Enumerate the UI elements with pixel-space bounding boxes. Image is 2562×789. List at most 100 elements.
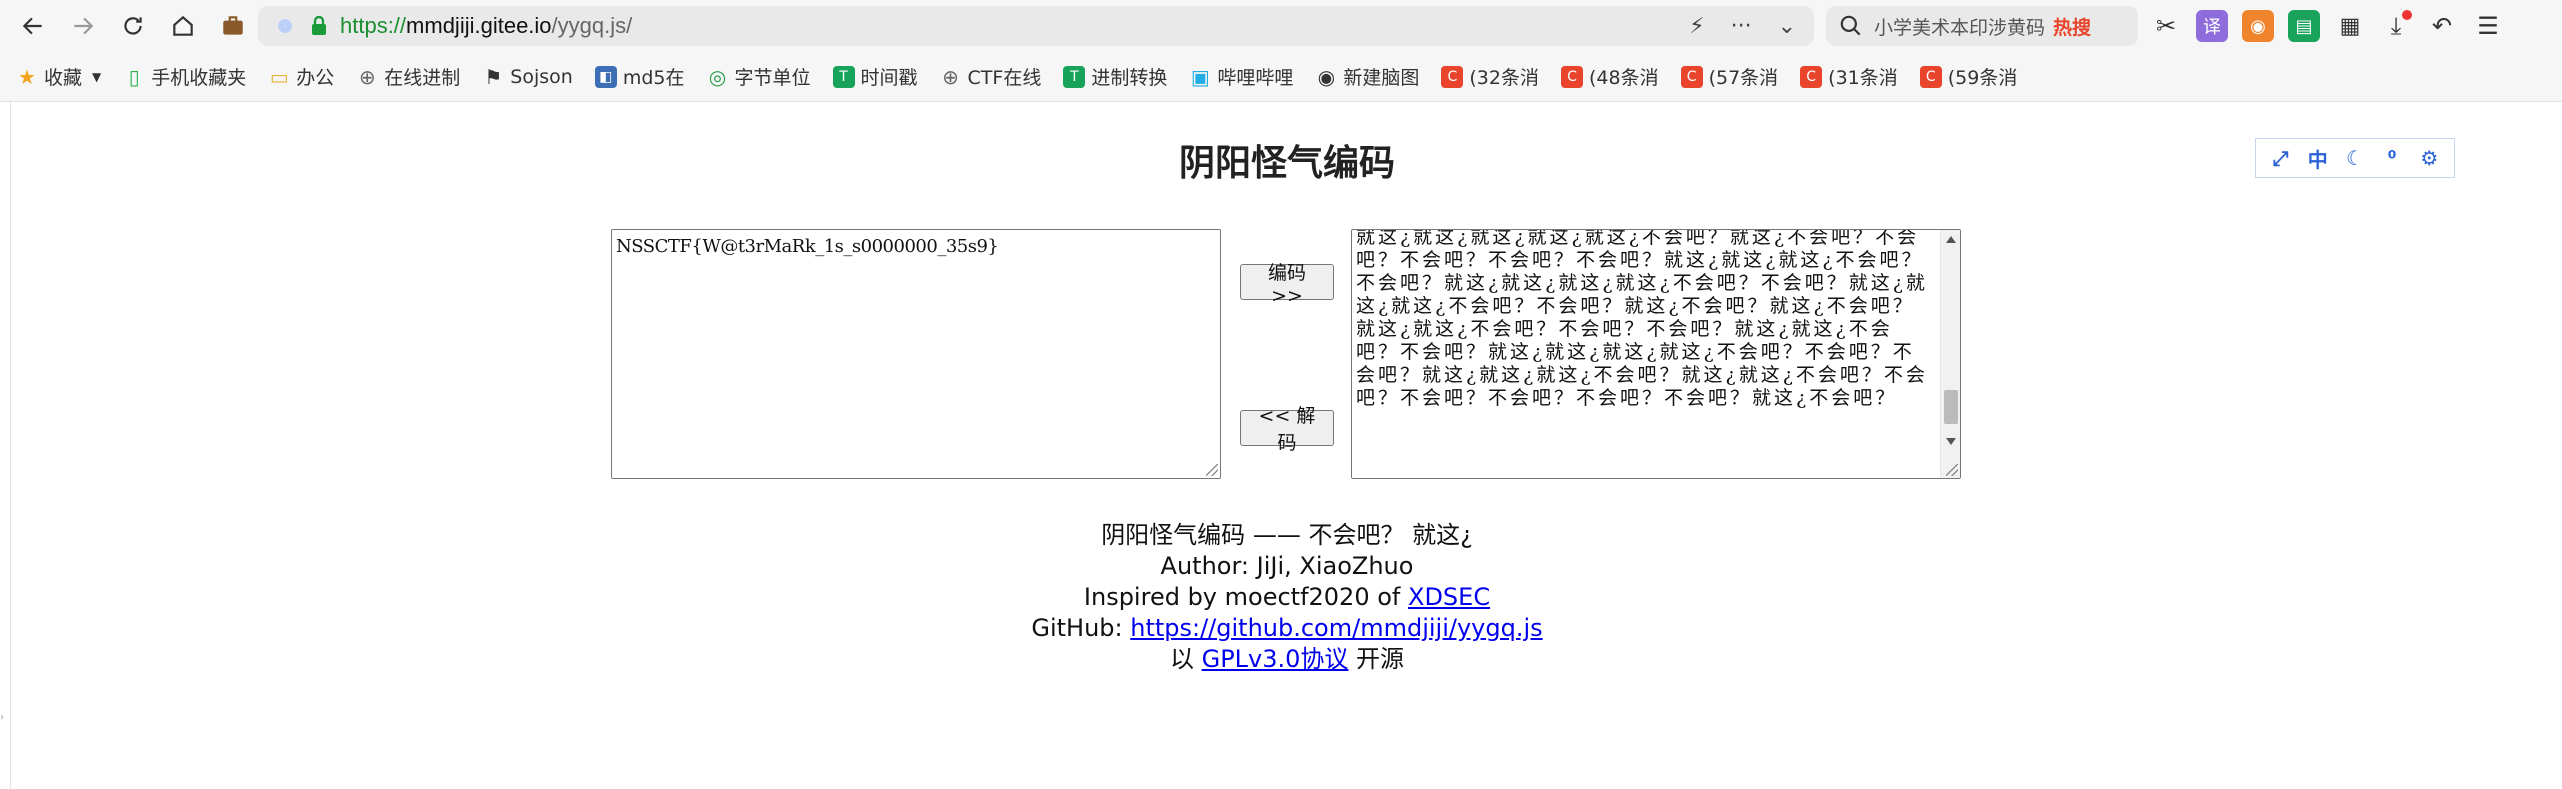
chevron-down-icon[interactable]: ▼	[92, 70, 101, 84]
bookmark-label: 进制转换	[1091, 67, 1168, 89]
bookmark-label: (48条消	[1588, 67, 1659, 89]
lightning-icon[interactable]: ⚡	[1689, 14, 1704, 39]
home-button[interactable]	[164, 7, 202, 45]
output-scrollbar[interactable]	[1940, 230, 1960, 478]
undo-icon[interactable]: ↶	[2426, 10, 2458, 42]
mini-toolbar: ⤢ 中 ☾ ⁰ ⚙	[2255, 138, 2455, 178]
footer-inspired: Inspired by moectf2020 of XDSEC	[11, 582, 2562, 613]
scroll-up-icon[interactable]	[1946, 236, 1956, 243]
more-icon[interactable]: ···	[1731, 14, 1752, 39]
translate-icon[interactable]: 译	[2196, 10, 2228, 42]
back-button[interactable]	[14, 7, 52, 45]
download-icon[interactable]: ⤓	[2380, 10, 2412, 42]
scroll-thumb[interactable]	[1944, 390, 1958, 424]
url-text: https://mmdjiji.gitee.io/yygq.js/	[340, 13, 632, 39]
reload-button[interactable]	[114, 7, 152, 45]
globe-icon: ⊕	[358, 64, 376, 89]
bookmark-item[interactable]: ★ 收藏 ▼	[16, 63, 101, 90]
search-icon	[1840, 15, 1861, 36]
reload-icon	[124, 17, 142, 35]
reader-icon[interactable]: ▤	[2288, 10, 2320, 42]
footer-license-suffix: 开源	[1348, 645, 1405, 673]
bookmark-item[interactable]: ⊕ CTF在线	[940, 63, 1042, 90]
bookmark-item[interactable]: T 进制转换	[1063, 63, 1167, 90]
plaintext-input[interactable]: NSSCTF{W@t3rMaRk_1s_s0000000_35s9}	[611, 229, 1221, 479]
t-icon: T	[832, 65, 855, 88]
flag-icon: ⚑	[484, 65, 503, 88]
bookmark-label: CTF在线	[967, 67, 1042, 89]
bookmark-item[interactable]: T 时间戳	[832, 63, 918, 90]
bookmark-label: 在线进制	[384, 67, 461, 89]
bookmark-item[interactable]: C (31条消	[1800, 63, 1898, 90]
ciphertext-output[interactable]: 就这¿就这¿就这¿就这¿就这¿不会吧？就这¿不会吧？不会吧？不会吧？不会吧？不会…	[1351, 229, 1961, 479]
search-query: 小学美术本印涉黄码	[1874, 16, 2046, 39]
resize-grip-icon[interactable]	[1946, 464, 1958, 476]
gear-icon[interactable]: ⚙	[2416, 145, 2442, 171]
bookmark-item[interactable]: C (59条消	[1919, 63, 2017, 90]
bookmark-item[interactable]: ⚑ Sojson	[482, 66, 573, 88]
github-link[interactable]: https://github.com/mmdjiji/yygq.js	[1130, 614, 1542, 642]
bookmark-item[interactable]: ⊕ 在线进制	[356, 63, 460, 90]
t-icon: T	[1063, 65, 1086, 88]
screenshot-icon[interactable]: ⤢	[2268, 145, 2294, 171]
game-icon[interactable]: ◉	[2242, 10, 2274, 42]
hot-search-label: 热搜	[2053, 16, 2092, 39]
lock-icon	[310, 15, 328, 36]
scissors-icon[interactable]: ✂	[2150, 10, 2182, 42]
menu-icon[interactable]: ☰	[2472, 10, 2504, 42]
voice-icon[interactable]: ⁰	[2379, 145, 2405, 171]
ciphertext-value: 就这¿就这¿就这¿就这¿就这¿不会吧？就这¿不会吧？不会吧？不会吧？不会吧？不会…	[1356, 229, 1928, 409]
plaintext-value: NSSCTF{W@t3rMaRk_1s_s0000000_35s9}	[616, 236, 999, 257]
swirl-icon: ◎	[708, 64, 727, 89]
resize-grip-icon[interactable]	[1206, 464, 1218, 476]
decode-button[interactable]: << 解码	[1240, 405, 1334, 454]
owl-icon: ◉	[1317, 64, 1336, 89]
forward-button[interactable]	[64, 7, 102, 45]
bookmark-item[interactable]: ▭ 办公	[268, 63, 334, 90]
home-icon	[173, 15, 193, 36]
footer-license-prefix: 以	[1169, 645, 1202, 673]
md5-icon: ◧	[594, 65, 617, 88]
bookmark-label: Sojson	[510, 65, 573, 88]
bookmark-item[interactable]: ◉ 新建脑图	[1315, 63, 1420, 90]
moon-icon[interactable]: ☾	[2342, 145, 2368, 171]
footer-tagline: 阴阳怪气编码 —— 不会吧？ 就这¿	[1101, 521, 1473, 549]
xdsec-link[interactable]: XDSEC	[1408, 583, 1490, 611]
star-icon: ★	[18, 64, 36, 89]
address-bar[interactable]: https://mmdjiji.gitee.io/yygq.js/ ⚡ ··· …	[258, 6, 1814, 46]
bookmark-item[interactable]: ▣ 哔哩哔哩	[1189, 63, 1293, 90]
sidebar-toggle-icon[interactable]: ›	[0, 712, 6, 723]
chevron-down-icon[interactable]: ⌄	[1778, 14, 1796, 39]
scroll-down-icon[interactable]	[1946, 438, 1956, 445]
bookmark-item[interactable]: ◧ md5在	[594, 63, 685, 90]
footer-inspired-text: Inspired by moectf2020 of	[1083, 583, 1408, 611]
url-path: /yygq.js/	[551, 13, 633, 38]
bookmark-item[interactable]: C (48条消	[1560, 63, 1659, 90]
footer-github-text: GitHub:	[1031, 614, 1131, 642]
briefcase-icon	[223, 16, 243, 35]
search-box[interactable]: 小学美术本印涉黄码 热搜	[1826, 6, 2138, 46]
footer-github: GitHub: https://github.com/mmdjiji/yygq.…	[11, 613, 2562, 644]
bookmark-item[interactable]: C (32条消	[1441, 63, 1539, 90]
bookmark-item[interactable]: ◎ 字节单位	[707, 63, 811, 90]
chinese-icon[interactable]: 中	[2305, 145, 2331, 172]
footer-license: 以 GPLv3.0协议 开源	[11, 644, 2562, 675]
encode-button[interactable]: 编码 >>	[1240, 262, 1334, 307]
license-link[interactable]: GPLv3.0协议	[1202, 645, 1349, 673]
bookmark-label: (32条消	[1469, 67, 1539, 89]
bilibili-icon: ▣	[1190, 64, 1210, 89]
footer-author: Author: JiJi, XiaoZhuo	[1160, 552, 1414, 580]
apps-grid-icon[interactable]: ▦	[2334, 10, 2366, 42]
bookmark-item[interactable]: C (57条消	[1680, 63, 1778, 90]
web-page: 阴阳怪气编码 ⤢ 中 ☾ ⁰ ⚙ NSSCTF{W@t3rMaRk_1s_s000000…	[10, 102, 2562, 789]
toolbox-button[interactable]	[214, 7, 252, 45]
bookmark-label: 收藏	[44, 67, 83, 89]
globe-icon: ⊕	[942, 64, 959, 89]
bookmark-item[interactable]: ▯ 手机收藏夹	[123, 63, 247, 90]
bookmark-label: (31条消	[1828, 67, 1898, 89]
csdn-icon: C	[1441, 65, 1464, 88]
csdn-icon: C	[1680, 65, 1703, 88]
bookmark-label: 新建脑图	[1343, 67, 1420, 89]
bookmark-label: 哔哩哔哩	[1217, 67, 1294, 89]
notification-dot	[2402, 10, 2412, 20]
